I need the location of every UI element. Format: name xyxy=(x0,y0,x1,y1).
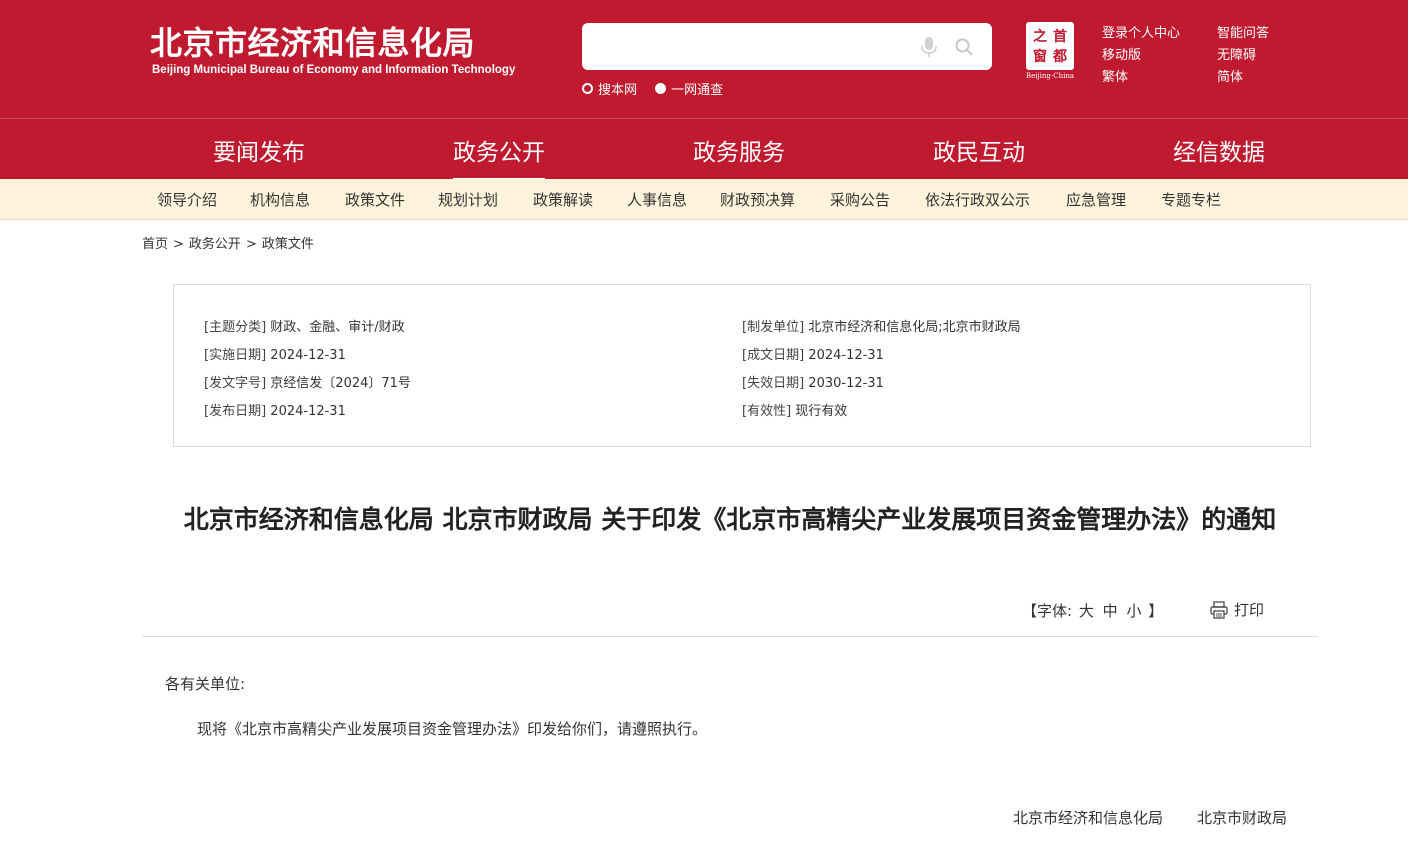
font-size-large-button[interactable]: 大 xyxy=(1079,602,1094,620)
site-title-en: Beijing Municipal Bureau of Economy and … xyxy=(152,64,516,76)
breadcrumb-government-affairs[interactable]: 政务公开 xyxy=(189,237,241,252)
subnav-policy-docs[interactable]: 政策文件 xyxy=(345,189,405,210)
print-button[interactable]: 打印 xyxy=(1209,599,1264,620)
breadcrumb-policy-docs[interactable]: 政策文件 xyxy=(262,237,314,252)
accessibility-link[interactable]: 无障碍 xyxy=(1217,44,1256,63)
nav-data[interactable]: 经信数据 xyxy=(1173,133,1265,167)
seal-char: 之 xyxy=(1033,29,1047,45)
font-size-control: 【字体: 大 中 小 】 xyxy=(1022,600,1163,621)
nav-government-affairs[interactable]: 政务公开 xyxy=(453,133,545,180)
meta-label: [实施日期] xyxy=(204,348,267,363)
meta-publish-date: [发布日期] 2024-12-31 xyxy=(204,400,346,419)
seal-char: 首 xyxy=(1053,29,1067,45)
subnav-organization[interactable]: 机构信息 xyxy=(250,189,310,210)
radio-checked-icon xyxy=(655,83,667,94)
simplified-chinese-link[interactable]: 简体 xyxy=(1217,66,1243,85)
content-divider xyxy=(142,636,1318,637)
site-header: 北京市经济和信息化局 Beijing Municipal Bureau of E… xyxy=(0,0,1408,118)
nav-interaction[interactable]: 政民互动 xyxy=(933,133,1025,167)
meta-value: 现行有效 xyxy=(795,404,848,419)
subnav-dual-disclosure[interactable]: 依法行政双公示 xyxy=(925,189,1030,210)
radio-unchecked-icon xyxy=(582,83,593,94)
scope-radio-all[interactable]: 一网通查 xyxy=(655,79,723,98)
meta-label: [成文日期] xyxy=(742,348,805,363)
search-input[interactable] xyxy=(592,31,902,62)
meta-written-date: [成文日期] 2024-12-31 xyxy=(742,344,884,363)
subnav-plans[interactable]: 规划计划 xyxy=(438,189,498,210)
search-scope-group: 搜本网 一网通查 xyxy=(582,79,737,98)
meta-value: 2024-12-31 xyxy=(270,404,346,419)
subnav-leaders[interactable]: 领导介绍 xyxy=(157,189,217,210)
meta-value: 北京市经济和信息化局;北京市财政局 xyxy=(808,320,1021,335)
meta-label: [主题分类] xyxy=(204,320,267,335)
meta-validity: [有效性] 现行有效 xyxy=(742,400,847,419)
meta-issuer: [制发单位] 北京市经济和信息化局;北京市财政局 xyxy=(742,316,1021,335)
scope-label-all: 一网通查 xyxy=(671,83,724,98)
subnav-budget[interactable]: 财政预决算 xyxy=(720,189,795,210)
subnav-procurement[interactable]: 采购公告 xyxy=(830,189,890,210)
font-size-label-close: 】 xyxy=(1148,602,1164,620)
seal-icon: 之 首 窗 都 xyxy=(1026,22,1074,70)
meta-label: [制发单位] xyxy=(742,320,805,335)
document-title: 北京市经济和信息化局 北京市财政局 关于印发《北京市高精尖产业发展项目资金管理办… xyxy=(183,505,1277,534)
signer-bureau: 北京市经济和信息化局 xyxy=(1013,809,1164,827)
document-metadata: [主题分类] 财政、金融、审计/财政 [制发单位] 北京市经济和信息化局;北京市… xyxy=(173,284,1311,447)
sub-nav: 领导介绍 机构信息 政策文件 规划计划 政策解读 人事信息 财政预决算 采购公告… xyxy=(0,179,1408,220)
meta-topic: [主题分类] 财政、金融、审计/财政 xyxy=(204,316,405,335)
meta-effective-date: [实施日期] 2024-12-31 xyxy=(204,344,346,363)
capital-window-logo[interactable]: 之 首 窗 都 Beijing-China xyxy=(1022,22,1078,82)
search-icon[interactable] xyxy=(954,37,974,57)
subnav-policy-interpretation[interactable]: 政策解读 xyxy=(533,189,593,210)
meta-label: [失效日期] xyxy=(742,376,805,391)
breadcrumb: 首页 > 政务公开 > 政策文件 xyxy=(142,233,314,252)
seal-caption: Beijing-China xyxy=(1025,72,1075,80)
nav-services[interactable]: 政务服务 xyxy=(693,133,785,167)
meta-value: 2030-12-31 xyxy=(808,376,884,391)
font-size-label: 【字体: xyxy=(1022,602,1073,620)
breadcrumb-home[interactable]: 首页 xyxy=(142,237,168,252)
meta-value: 京经信发〔2024〕71号 xyxy=(270,376,411,391)
meta-value: 2024-12-31 xyxy=(808,348,884,363)
scope-radio-site[interactable]: 搜本网 xyxy=(582,79,637,98)
salutation: 各有关单位: xyxy=(165,675,246,693)
seal-char: 都 xyxy=(1053,49,1067,65)
site-title-cn[interactable]: 北京市经济和信息化局 xyxy=(150,18,475,64)
breadcrumb-separator: > xyxy=(245,237,257,252)
mobile-version-link[interactable]: 移动版 xyxy=(1102,44,1141,63)
traditional-chinese-link[interactable]: 繁体 xyxy=(1102,66,1128,85)
printer-icon xyxy=(1210,600,1228,619)
meta-label: [发布日期] xyxy=(204,404,267,419)
signer-finance: 北京市财政局 xyxy=(1197,809,1288,827)
meta-label: [发文字号] xyxy=(204,376,267,391)
login-link[interactable]: 登录个人中心 xyxy=(1102,22,1180,41)
seal-char: 窗 xyxy=(1033,49,1047,65)
meta-value: 2024-12-31 xyxy=(270,348,346,363)
microphone-icon[interactable] xyxy=(920,36,938,58)
meta-expiry-date: [失效日期] 2030-12-31 xyxy=(742,372,884,391)
meta-doc-number: [发文字号] 京经信发〔2024〕71号 xyxy=(204,372,411,391)
meta-label: [有效性] xyxy=(742,404,792,419)
body-paragraph: 现将《北京市高精尖产业发展项目资金管理办法》印发给你们，请遵照执行。 xyxy=(197,720,708,738)
meta-value: 财政、金融、审计/财政 xyxy=(270,320,405,335)
font-size-small-button[interactable]: 小 xyxy=(1126,602,1141,620)
subnav-special-topics[interactable]: 专题专栏 xyxy=(1161,189,1221,210)
font-size-medium-button[interactable]: 中 xyxy=(1103,602,1118,620)
scope-label-site: 搜本网 xyxy=(598,83,638,98)
main-nav: 要闻发布 政务公开 政务服务 政民互动 经信数据 xyxy=(0,118,1408,180)
nav-news[interactable]: 要闻发布 xyxy=(213,133,305,167)
subnav-personnel[interactable]: 人事信息 xyxy=(627,189,687,210)
breadcrumb-separator: > xyxy=(173,237,184,252)
print-label: 打印 xyxy=(1234,601,1265,619)
subnav-emergency[interactable]: 应急管理 xyxy=(1066,189,1126,210)
smart-qa-link[interactable]: 智能问答 xyxy=(1217,22,1269,41)
